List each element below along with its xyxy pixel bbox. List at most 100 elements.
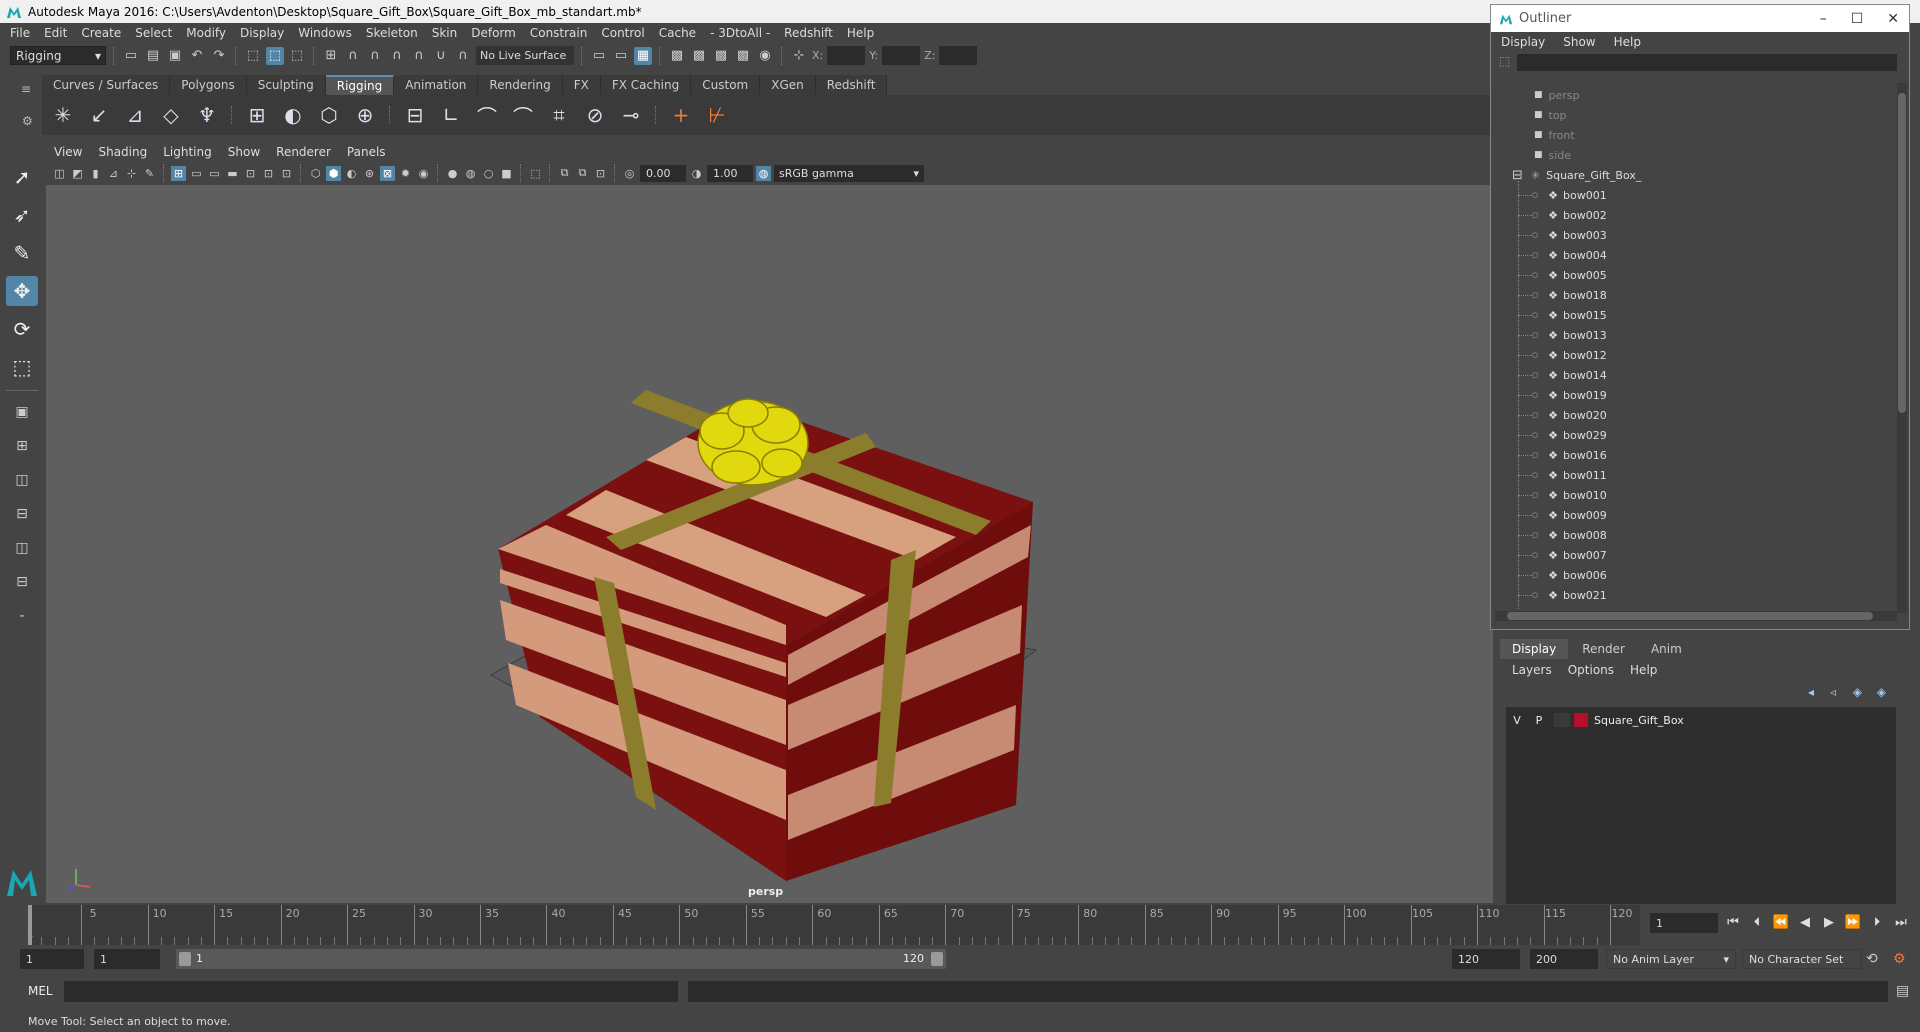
filter-icon[interactable]: ⬚ — [1499, 54, 1510, 68]
viewport-menu-renderer[interactable]: Renderer — [276, 145, 331, 159]
menu-help[interactable]: Help — [847, 26, 874, 40]
resolution-gate-icon[interactable]: ▭ — [207, 166, 222, 181]
shelf-menu-icon[interactable]: ≡ — [21, 82, 31, 96]
outliner-item-group[interactable]: ⊟ ✳ Square_Gift_Box_ — [1512, 165, 1641, 185]
snap-grid-icon[interactable]: ⊞ — [322, 47, 340, 65]
outliner-item-bow010[interactable]: ○ ❖ bow010 — [1518, 485, 1607, 505]
layer-menu-options[interactable]: Options — [1568, 663, 1614, 677]
xray-icon[interactable]: ⧉ — [557, 166, 572, 181]
paint-select-icon[interactable]: ✎ — [6, 238, 38, 268]
menu-cache[interactable]: Cache — [659, 26, 696, 40]
step-forward-frame-icon[interactable]: ⏵ — [1868, 913, 1886, 931]
scale-tool-icon[interactable]: ⬚ — [6, 352, 38, 382]
shelf-tab-redshift[interactable]: Redshift — [815, 75, 888, 95]
view-transform-dropdown[interactable]: sRGB gamma ▾ — [774, 164, 924, 182]
single-layout-icon[interactable]: ▣ — [6, 399, 38, 425]
camera-attributes-icon[interactable]: ◩ — [70, 166, 85, 181]
persp-outliner-layout-icon[interactable]: ◫ — [6, 467, 38, 493]
outliner-search-input[interactable] — [1517, 54, 1897, 71]
bookmark-icon[interactable]: ▮ — [88, 166, 103, 181]
y-field[interactable] — [882, 46, 921, 65]
render-settings-icon[interactable]: ▩ — [734, 47, 752, 65]
menu-redshift[interactable]: Redshift — [784, 26, 833, 40]
animation-preferences-icon[interactable]: ⚙ — [1893, 951, 1906, 967]
render-frame-icon[interactable]: ▩ — [690, 47, 708, 65]
move-tool-icon[interactable]: ✥ — [6, 276, 38, 306]
viewport-menu-view[interactable]: View — [54, 145, 82, 159]
safe-title-icon[interactable]: ⊡ — [279, 166, 294, 181]
rotate-tool-icon[interactable]: ⟳ — [6, 314, 38, 344]
viewport-menu-lighting[interactable]: Lighting — [163, 145, 212, 159]
depth-of-field-icon[interactable]: ■ — [499, 166, 514, 181]
outliner-item-bow006[interactable]: ○ ❖ bow006 — [1518, 565, 1607, 585]
shelf-tab-custom[interactable]: Custom — [691, 75, 761, 95]
shelf-tab-sculpting[interactable]: Sculpting — [246, 75, 326, 95]
layer-color-swatch[interactable] — [1574, 713, 1588, 727]
bind-skin-icon[interactable]: ⊟ — [400, 100, 430, 130]
isolate-select-icon[interactable]: ⬚ — [528, 166, 543, 181]
outliner-item-bow014[interactable]: ○ ❖ bow014 — [1518, 365, 1607, 385]
menu-3dtoall[interactable]: - 3DtoAll - — [710, 26, 770, 40]
image-plane-icon[interactable]: ⊿ — [106, 166, 121, 181]
input-ops-icon[interactable]: ▭ — [590, 47, 608, 65]
outliner-menu-show[interactable]: Show — [1563, 35, 1595, 49]
insert-joint-icon[interactable]: ◇ — [156, 100, 186, 130]
live-surface-field[interactable]: No Live Surface — [476, 46, 574, 65]
outliner-item-bow020[interactable]: ○ ❖ bow020 — [1518, 405, 1607, 425]
gamma-field[interactable]: 1.00 — [707, 164, 753, 182]
menu-control[interactable]: Control — [601, 26, 644, 40]
outliner-item-bow019[interactable]: ○ ❖ bow019 — [1518, 385, 1607, 405]
shelf-tab-rendering[interactable]: Rendering — [478, 75, 563, 95]
shelf-tab-fx-caching[interactable]: FX Caching — [600, 75, 692, 95]
layer-visibility-toggle[interactable]: V — [1506, 714, 1528, 727]
menu-skeleton[interactable]: Skeleton — [366, 26, 418, 40]
command-input[interactable] — [64, 981, 678, 1002]
outliner-vertical-scrollbar[interactable] — [1897, 83, 1907, 613]
soft-mod-icon[interactable]: ⊕ — [350, 100, 380, 130]
xray-components-icon[interactable]: ⊡ — [593, 166, 608, 181]
exposure-icon[interactable]: ◎ — [622, 166, 637, 181]
menu-modify[interactable]: Modify — [186, 26, 226, 40]
outliner-item-bow003[interactable]: ○ ❖ bow003 — [1518, 225, 1607, 245]
transform-mode-icon[interactable]: ⊹ — [790, 47, 808, 65]
viewport-menu-show[interactable]: Show — [228, 145, 260, 159]
magnet-icon[interactable]: ∪ — [432, 47, 450, 65]
layer-playback-toggle[interactable]: P — [1528, 714, 1550, 727]
outliner-item-bow001[interactable]: ○ ❖ bow001 — [1518, 185, 1607, 205]
anim-layer-dropdown[interactable]: No Anim Layer ▾ — [1606, 949, 1736, 969]
menu-deform[interactable]: Deform — [471, 26, 516, 40]
undo-icon[interactable]: ↶ — [188, 47, 206, 65]
snap-view-icon[interactable]: ∩ — [388, 47, 406, 65]
influence-icon[interactable]: ⊸ — [616, 100, 646, 130]
range-start-handle[interactable] — [179, 952, 191, 966]
move-layer-up-icon[interactable]: ◂ — [1808, 685, 1814, 699]
current-time-indicator[interactable] — [28, 905, 32, 945]
outliner-item-bow021[interactable]: ○ ❖ bow021 — [1518, 585, 1607, 605]
shelf-tab-animation[interactable]: Animation — [394, 75, 479, 95]
menu-create[interactable]: Create — [81, 26, 121, 40]
auto-key-icon[interactable]: ⟲ — [1866, 951, 1878, 967]
layer-row[interactable]: V P Square_Gift_Box — [1506, 710, 1896, 730]
outliner-item-side[interactable]: ■ side — [1534, 145, 1571, 165]
viewport-menu-panels[interactable]: Panels — [347, 145, 386, 159]
render-view-icon[interactable]: ▩ — [668, 47, 686, 65]
playback-start-field[interactable]: 1 — [94, 949, 160, 969]
outliner-item-persp[interactable]: ■ persp — [1534, 85, 1580, 105]
step-back-key-icon[interactable]: ⏪ — [1772, 913, 1790, 931]
outliner-item-bow007[interactable]: ○ ❖ bow007 — [1518, 545, 1607, 565]
new-layer-icon[interactable]: ◈ — [1853, 685, 1862, 699]
layer-menu-help[interactable]: Help — [1630, 663, 1657, 677]
menu-skin[interactable]: Skin — [432, 26, 458, 40]
outliner-item-bow013[interactable]: ○ ❖ bow013 — [1518, 325, 1607, 345]
outliner-menu-display[interactable]: Display — [1501, 35, 1545, 49]
smooth-bind-icon[interactable]: ∟ — [436, 100, 466, 130]
shelf-tab-xgen[interactable]: XGen — [760, 75, 816, 95]
layer-name[interactable]: Square_Gift_Box — [1594, 714, 1684, 727]
textured-icon[interactable]: ⊠ — [380, 165, 395, 181]
menu-select[interactable]: Select — [135, 26, 172, 40]
scrollbar-thumb[interactable] — [1898, 93, 1906, 413]
film-gate-icon[interactable]: ▭ — [189, 166, 204, 181]
hypershade-icon[interactable]: ◉ — [756, 47, 774, 65]
x-field[interactable] — [827, 46, 866, 65]
menu-display[interactable]: Display — [240, 26, 284, 40]
